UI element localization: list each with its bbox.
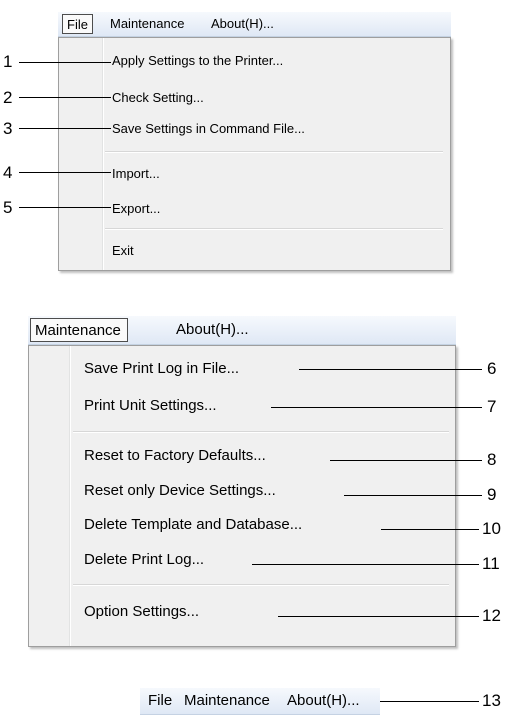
menu-item-reset-device-settings[interactable]: Reset only Device Settings... <box>84 482 276 499</box>
menu-file[interactable]: File <box>62 14 93 34</box>
callout-number: 2 <box>3 88 13 107</box>
callout-line <box>299 369 482 370</box>
menu-about[interactable]: About(H)... <box>211 16 274 31</box>
callout-line <box>19 62 111 63</box>
menu-icon-gutter <box>69 346 71 646</box>
menu-about[interactable]: About(H)... <box>287 692 360 709</box>
menu-maintenance[interactable]: Maintenance <box>184 692 270 709</box>
menu-item-delete-template-database[interactable]: Delete Template and Database... <box>84 516 302 533</box>
callout-line <box>380 701 479 702</box>
callout-number: 5 <box>3 198 13 217</box>
menu-separator <box>105 151 443 153</box>
callout-number: 1 <box>3 52 13 71</box>
menu-item-import[interactable]: Import... <box>112 166 160 181</box>
menu-bar-maintenance-open: Maintenance About(H)... <box>28 316 456 345</box>
menu-item-apply-settings[interactable]: Apply Settings to the Printer... <box>112 53 283 68</box>
callout-line <box>278 616 479 617</box>
maintenance-dropdown: Save Print Log in File... Print Unit Set… <box>28 345 456 647</box>
callout-number: 9 <box>487 485 497 504</box>
menu-about[interactable]: About(H)... <box>176 321 249 338</box>
callout-line <box>271 407 482 408</box>
callout-number: 11 <box>482 554 500 573</box>
callout-number: 7 <box>487 397 497 416</box>
menu-item-save-print-log[interactable]: Save Print Log in File... <box>84 360 239 377</box>
callout-number: 13 <box>482 691 501 710</box>
menu-maintenance[interactable]: Maintenance <box>30 318 128 342</box>
callout-line <box>381 529 479 530</box>
callout-number: 10 <box>482 519 501 538</box>
callout-line <box>19 172 111 173</box>
callout-line <box>19 207 111 208</box>
callout-line <box>344 495 482 496</box>
menu-maintenance[interactable]: Maintenance <box>110 16 184 31</box>
callout-number: 3 <box>3 119 13 138</box>
callout-number: 6 <box>487 359 497 378</box>
menu-item-exit[interactable]: Exit <box>112 243 134 258</box>
menu-bar-closed: File Maintenance About(H)... <box>140 688 380 715</box>
callout-number: 8 <box>487 450 497 469</box>
file-dropdown: Apply Settings to the Printer... Check S… <box>58 37 451 271</box>
callout-line <box>19 97 111 98</box>
menu-item-save-settings-command-file[interactable]: Save Settings in Command File... <box>112 121 305 136</box>
menu-separator <box>105 228 443 230</box>
menu-item-check-setting[interactable]: Check Setting... <box>112 90 204 105</box>
callout-number: 12 <box>482 606 501 625</box>
menu-separator <box>73 584 449 586</box>
callout-line <box>19 128 111 129</box>
menu-item-option-settings[interactable]: Option Settings... <box>84 603 199 620</box>
menu-item-reset-factory-defaults[interactable]: Reset to Factory Defaults... <box>84 447 266 464</box>
menu-file[interactable]: File <box>148 692 172 709</box>
menu-item-export[interactable]: Export... <box>112 201 160 216</box>
callout-number: 4 <box>3 163 13 182</box>
menu-bar-file-open: File Maintenance About(H)... <box>58 12 451 37</box>
callout-line <box>330 460 482 461</box>
callout-line <box>252 564 479 565</box>
menu-icon-gutter <box>102 38 104 270</box>
menu-item-print-unit-settings[interactable]: Print Unit Settings... <box>84 397 217 414</box>
menu-separator <box>73 431 449 433</box>
menu-item-delete-print-log[interactable]: Delete Print Log... <box>84 551 204 568</box>
